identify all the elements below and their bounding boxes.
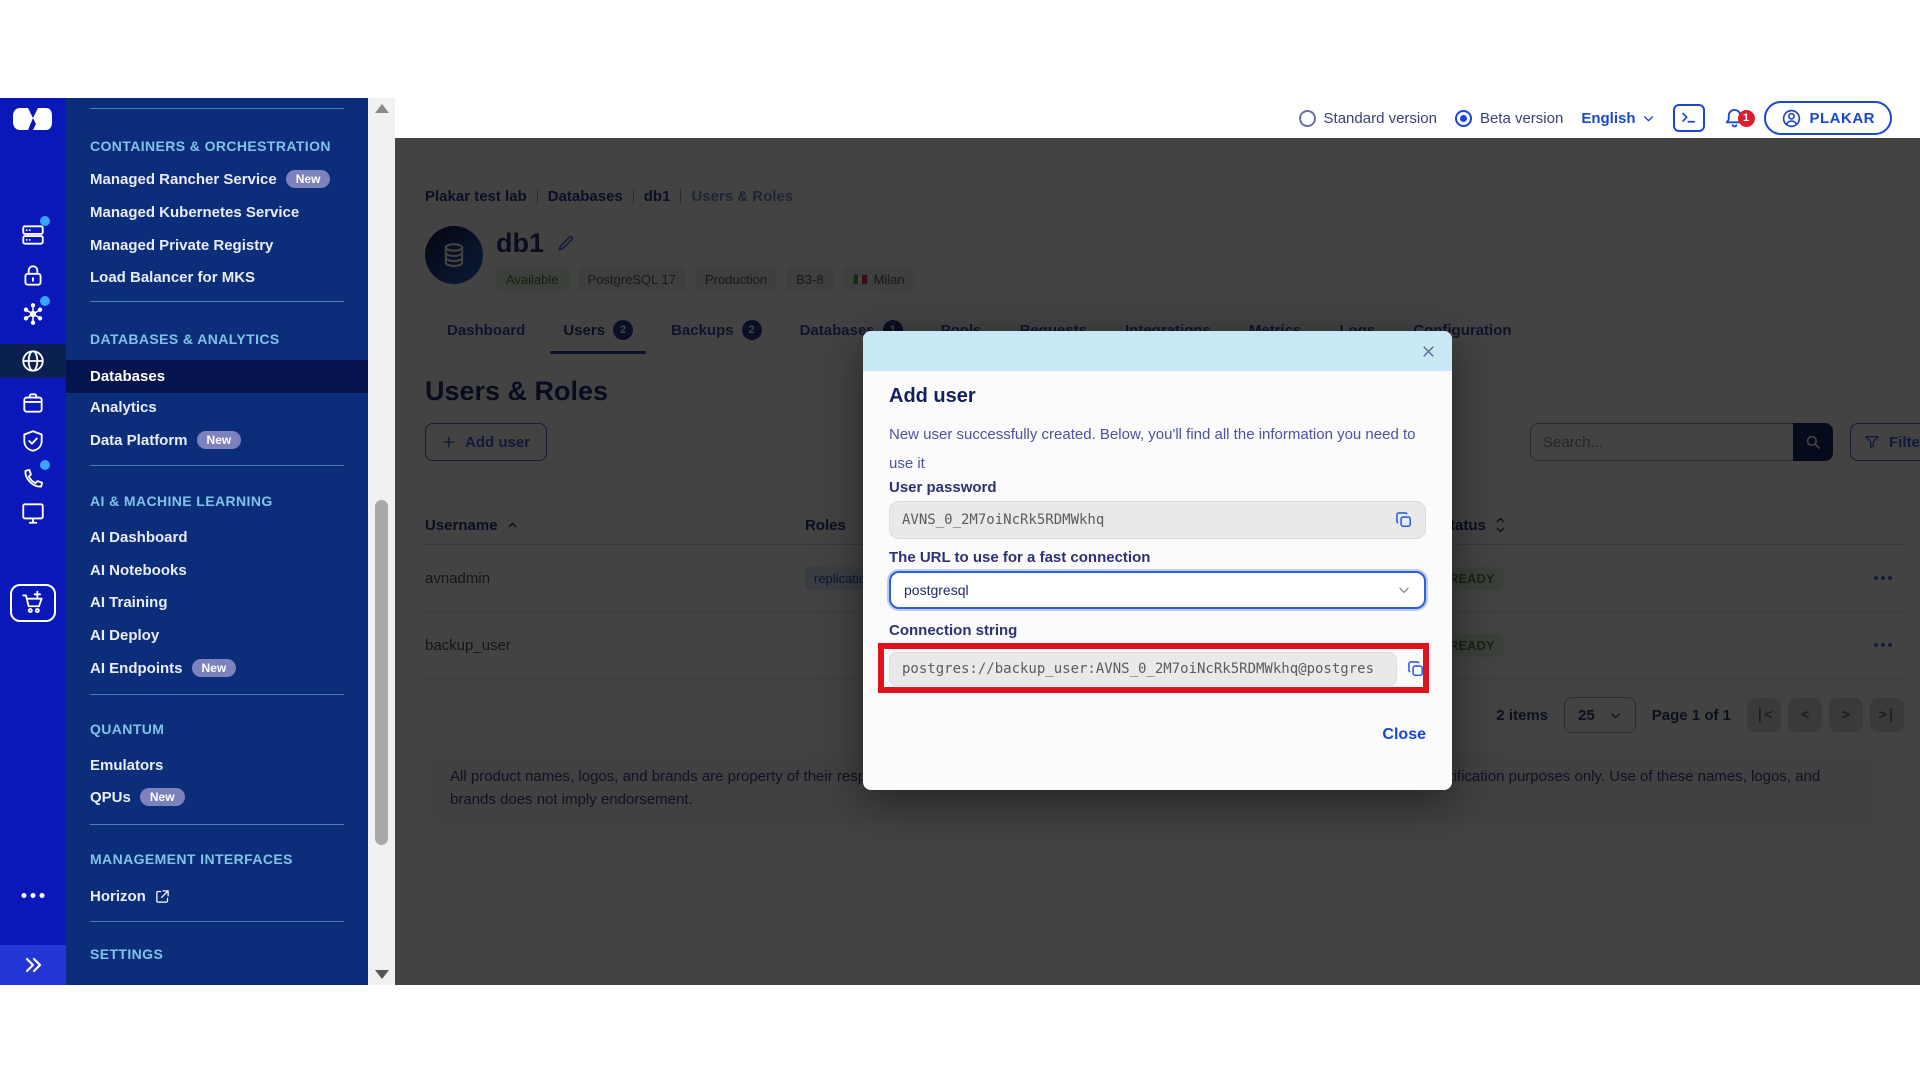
section-management-interfaces: MANAGEMENT INTERFACES bbox=[90, 851, 293, 867]
terminal-icon bbox=[1680, 110, 1698, 126]
sidebar-item-horizon[interactable]: Horizon bbox=[90, 888, 170, 905]
protocol-select[interactable]: postgresql bbox=[889, 571, 1426, 609]
external-link-icon bbox=[155, 889, 170, 904]
connection-string-field bbox=[889, 652, 1426, 686]
phone-notification-dot bbox=[40, 460, 50, 470]
menu-divider bbox=[90, 921, 344, 922]
double-chevron-right-icon bbox=[23, 957, 43, 973]
password-label: User password bbox=[889, 479, 997, 496]
standard-version-radio[interactable]: Standard version bbox=[1299, 110, 1437, 127]
section-databases-analytics: DATABASES & ANALYTICS bbox=[90, 331, 280, 347]
new-badge: New bbox=[140, 788, 185, 806]
rail-more-icon[interactable] bbox=[22, 893, 45, 898]
sidebar-item-managed-kubernetes[interactable]: Managed Kubernetes Service bbox=[90, 204, 299, 221]
connection-string-label: Connection string bbox=[889, 622, 1017, 639]
new-badge: New bbox=[286, 170, 331, 188]
modal-description: New user successfully created. Below, yo… bbox=[889, 421, 1419, 478]
menu-divider bbox=[90, 824, 344, 825]
close-button[interactable]: Close bbox=[1382, 726, 1426, 744]
monitor-icon[interactable] bbox=[20, 500, 46, 526]
sidebar-item-load-balancer-mks[interactable]: Load Balancer for MKS bbox=[90, 269, 255, 286]
ovhcloud-logo bbox=[11, 106, 55, 139]
account-button[interactable]: PLAKAR bbox=[1764, 101, 1893, 135]
phone-icon[interactable] bbox=[20, 466, 46, 492]
new-badge: New bbox=[192, 659, 237, 677]
sidebar-menu: CONTAINERS & ORCHESTRATION Managed Ranch… bbox=[66, 98, 368, 985]
beta-version-radio[interactable]: Beta version bbox=[1455, 110, 1563, 127]
close-icon[interactable] bbox=[1418, 341, 1438, 361]
sidebar-item-databases[interactable]: Databases bbox=[66, 360, 368, 393]
language-selector[interactable]: English bbox=[1581, 110, 1654, 127]
new-badge: New bbox=[197, 431, 242, 449]
top-bar: Standard version Beta version English 1 … bbox=[395, 98, 1920, 138]
cart-plus-icon bbox=[20, 590, 46, 616]
connection-string-input[interactable] bbox=[890, 661, 1396, 677]
menu-divider bbox=[90, 465, 344, 466]
modal-header bbox=[863, 331, 1452, 371]
section-containers-orchestration: CONTAINERS & ORCHESTRATION bbox=[90, 138, 331, 154]
copy-icon[interactable] bbox=[1406, 659, 1426, 679]
server-icon[interactable] bbox=[20, 222, 46, 248]
scrollbar-thumb[interactable] bbox=[375, 500, 388, 845]
user-circle-icon bbox=[1781, 108, 1802, 129]
main-area: Standard version Beta version English 1 … bbox=[395, 98, 1920, 985]
sidebar-item-ai-training[interactable]: AI Training bbox=[90, 594, 168, 611]
password-field bbox=[889, 501, 1426, 539]
notification-count-badge: 1 bbox=[1738, 110, 1755, 127]
sidebar-scrollbar[interactable] bbox=[368, 98, 395, 985]
notifications-button[interactable]: 1 bbox=[1723, 107, 1746, 130]
scroll-up-arrow[interactable] bbox=[375, 104, 389, 113]
section-ai-machine-learning: AI & MACHINE LEARNING bbox=[90, 493, 273, 509]
app-window: CONTAINERS & ORCHESTRATION Managed Ranch… bbox=[0, 98, 1920, 985]
sidebar-item-ai-dashboard[interactable]: AI Dashboard bbox=[90, 529, 188, 546]
chevron-down-icon bbox=[1397, 583, 1411, 597]
briefcase-icon[interactable] bbox=[20, 390, 46, 416]
sidebar-item-analytics[interactable]: Analytics bbox=[90, 399, 157, 416]
screen: CONTAINERS & ORCHESTRATION Managed Ranch… bbox=[0, 0, 1920, 1080]
scroll-down-arrow[interactable] bbox=[375, 970, 389, 979]
password-input[interactable] bbox=[890, 512, 1394, 528]
expand-sidebar-button[interactable] bbox=[0, 945, 66, 985]
sidebar-item-emulators[interactable]: Emulators bbox=[90, 757, 163, 774]
menu-divider bbox=[90, 108, 344, 109]
modal-title: Add user bbox=[889, 385, 976, 408]
order-cart-button[interactable] bbox=[10, 584, 56, 622]
radio-checked-icon[interactable] bbox=[1455, 110, 1472, 127]
chevron-down-icon bbox=[1642, 112, 1655, 125]
sidebar-item-qpus[interactable]: QPUsNew bbox=[90, 788, 185, 806]
sidebar-item-data-platform[interactable]: Data PlatformNew bbox=[90, 431, 241, 449]
server-notification-dot bbox=[40, 216, 50, 226]
menu-divider bbox=[90, 301, 344, 302]
shield-check-icon[interactable] bbox=[20, 428, 46, 454]
radio-icon[interactable] bbox=[1299, 110, 1316, 127]
sidebar-item-ai-notebooks[interactable]: AI Notebooks bbox=[90, 562, 187, 579]
section-settings: SETTINGS bbox=[90, 946, 163, 962]
add-user-modal: Add user New user successfully created. … bbox=[863, 331, 1452, 790]
sidebar-item-managed-private-registry[interactable]: Managed Private Registry bbox=[90, 237, 273, 254]
terminal-button[interactable] bbox=[1673, 104, 1705, 132]
section-quantum: QUANTUM bbox=[90, 721, 164, 737]
sidebar-item-ai-endpoints[interactable]: AI EndpointsNew bbox=[90, 659, 236, 677]
url-label: The URL to use for a fast connection bbox=[889, 549, 1150, 566]
icon-rail bbox=[0, 98, 66, 985]
menu-divider bbox=[90, 694, 344, 695]
sidebar-item-managed-rancher[interactable]: Managed Rancher ServiceNew bbox=[90, 170, 330, 188]
lock-icon[interactable] bbox=[20, 263, 46, 289]
globe-icon[interactable] bbox=[20, 348, 46, 374]
sidebar-item-ai-deploy[interactable]: AI Deploy bbox=[90, 627, 159, 644]
network-notification-dot bbox=[40, 296, 50, 306]
copy-icon[interactable] bbox=[1394, 510, 1414, 530]
